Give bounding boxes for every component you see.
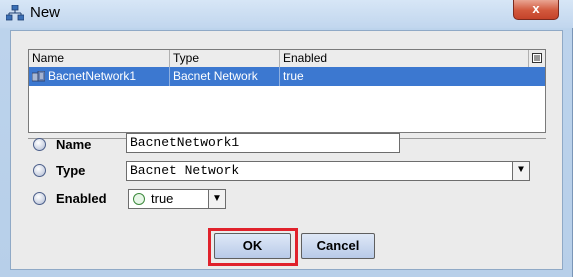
network-tree-icon	[6, 5, 24, 21]
dialog-window: New x Name Type Enabled BacnetNetwork1 B…	[0, 0, 573, 277]
type-label: Type	[56, 163, 86, 178]
cancel-button[interactable]: Cancel	[301, 233, 375, 259]
type-dropdown-value: Bacnet Network	[130, 163, 240, 178]
table-header: Name Type Enabled	[29, 50, 545, 68]
network-table[interactable]: Name Type Enabled BacnetNetwork1 Bacnet …	[28, 49, 546, 133]
table-row[interactable]: BacnetNetwork1 Bacnet Network true	[29, 67, 545, 86]
enabled-radio[interactable]	[33, 192, 46, 205]
ok-button[interactable]: OK	[214, 233, 291, 259]
title-bar[interactable]: New x	[0, 0, 573, 28]
enabled-dropdown[interactable]: true ▼	[128, 189, 226, 209]
name-field[interactable]: BacnetNetwork1	[126, 133, 400, 153]
cell-name: BacnetNetwork1	[29, 67, 170, 86]
close-icon: x	[532, 1, 540, 16]
table-menu-icon[interactable]	[529, 50, 545, 67]
enabled-dropdown-value: true	[151, 191, 174, 206]
window-title: New	[30, 4, 61, 21]
enabled-radio-icon	[133, 193, 145, 205]
chevron-down-icon[interactable]: ▼	[512, 162, 529, 180]
cell-enabled: true	[283, 69, 304, 83]
type-dropdown[interactable]: Bacnet Network ▼	[126, 161, 530, 181]
close-button[interactable]: x	[513, 0, 559, 20]
cell-type: Bacnet Network	[170, 67, 280, 86]
column-header-name[interactable]: Name	[29, 50, 170, 67]
type-radio[interactable]	[33, 164, 46, 177]
name-label: Name	[56, 137, 92, 152]
enabled-label: Enabled	[56, 191, 107, 206]
column-header-enabled[interactable]: Enabled	[280, 50, 529, 67]
column-header-type[interactable]: Type	[170, 50, 280, 67]
chevron-down-icon[interactable]: ▼	[208, 190, 225, 208]
dialog-content: Name Type Enabled BacnetNetwork1 Bacnet …	[10, 30, 563, 270]
name-radio[interactable]	[33, 138, 46, 151]
table-empty-area	[29, 115, 545, 119]
